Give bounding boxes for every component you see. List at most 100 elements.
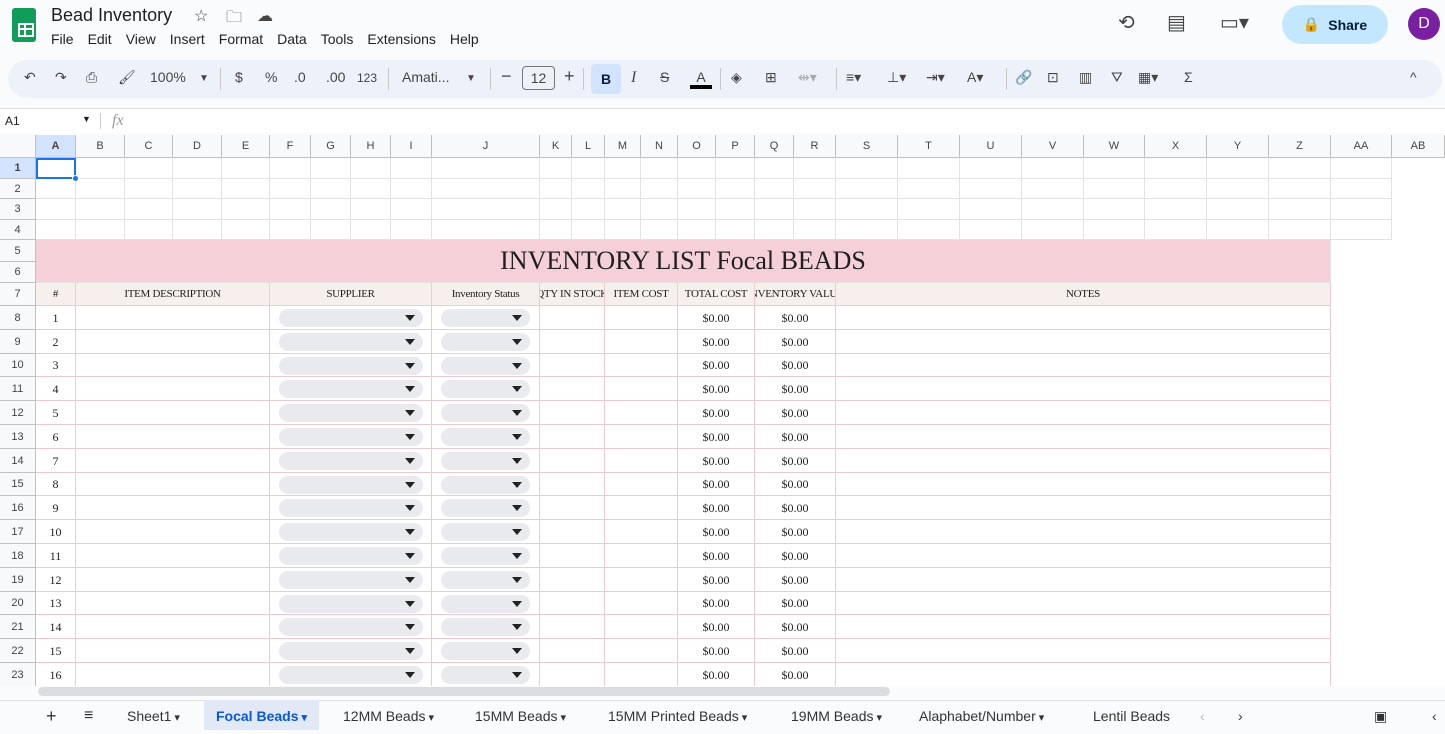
add-sheet-button[interactable]: + [34, 700, 69, 730]
item-cost-cell[interactable] [605, 639, 678, 663]
cell[interactable] [36, 220, 76, 240]
inventory-status-dropdown[interactable] [441, 428, 530, 446]
column-header-h[interactable]: H [351, 135, 391, 158]
cell[interactable] [540, 220, 572, 240]
item-cost-cell[interactable] [605, 496, 678, 520]
cell[interactable] [1145, 179, 1207, 199]
column-header-i[interactable]: I [391, 135, 432, 158]
row-header[interactable]: 20 [0, 592, 36, 615]
cell[interactable] [351, 220, 391, 240]
cell[interactable] [173, 199, 222, 220]
inventory-status-dropdown[interactable] [441, 309, 530, 327]
cell[interactable] [898, 199, 960, 220]
item-description[interactable] [76, 496, 270, 520]
decrease-decimal-button[interactable]: .0 [294, 69, 306, 85]
notes-cell[interactable] [836, 473, 1331, 496]
notes-cell[interactable] [836, 568, 1331, 592]
row-number[interactable]: 7 [36, 449, 76, 473]
inventory-status-dropdown[interactable] [441, 618, 530, 636]
inventory-value-cell[interactable]: $0.00 [755, 306, 836, 330]
all-sheets-menu-icon[interactable]: ≡ [72, 700, 105, 730]
qty-cell[interactable] [540, 639, 605, 663]
item-cost-cell[interactable] [605, 592, 678, 615]
collapse-toolbar-icon[interactable]: ^ [1410, 69, 1417, 85]
row-header[interactable]: 14 [0, 449, 36, 473]
qty-cell[interactable] [540, 330, 605, 354]
supplier-dropdown[interactable] [279, 571, 423, 589]
total-cost-cell[interactable]: $0.00 [678, 615, 755, 639]
move-folder-icon[interactable]: 🗀 [226, 6, 242, 33]
row-header[interactable]: 7 [0, 283, 36, 306]
notes-cell[interactable] [836, 520, 1331, 544]
cell[interactable] [605, 158, 641, 179]
cell[interactable] [76, 220, 125, 240]
cell[interactable] [755, 179, 794, 199]
item-cost-cell[interactable] [605, 425, 678, 449]
cell[interactable] [1084, 199, 1145, 220]
cell[interactable] [36, 179, 76, 199]
inventory-value-cell[interactable]: $0.00 [755, 354, 836, 377]
chevron-down-icon[interactable]: ▼ [82, 114, 91, 124]
cell[interactable] [960, 199, 1022, 220]
row-number[interactable]: 12 [36, 568, 76, 592]
item-description[interactable] [76, 449, 270, 473]
cell[interactable] [716, 158, 755, 179]
row-number[interactable]: 14 [36, 615, 76, 639]
cell[interactable] [1022, 179, 1084, 199]
item-cost-cell[interactable] [605, 306, 678, 330]
undo-icon[interactable]: ↶ [24, 69, 36, 86]
document-title[interactable]: Bead Inventory [51, 5, 172, 26]
row-number[interactable]: 3 [36, 354, 76, 377]
inventory-value-cell[interactable]: $0.00 [755, 544, 836, 568]
cell[interactable] [540, 199, 572, 220]
cell[interactable] [311, 199, 351, 220]
total-cost-cell[interactable]: $0.00 [678, 473, 755, 496]
inventory-status-dropdown[interactable] [441, 452, 530, 470]
sheet-tab[interactable]: 15MM Printed Beads ▾ [596, 700, 759, 730]
qty-cell[interactable] [540, 615, 605, 639]
cell[interactable] [716, 220, 755, 240]
inventory-status-dropdown[interactable] [441, 642, 530, 660]
cell[interactable] [605, 220, 641, 240]
row-header[interactable]: 12 [0, 401, 36, 425]
row-header[interactable]: 15 [0, 473, 36, 496]
cell[interactable] [605, 199, 641, 220]
cell[interactable] [1022, 220, 1084, 240]
chevron-down-icon[interactable]: ▾ [557, 712, 567, 724]
supplier-dropdown[interactable] [279, 642, 423, 660]
text-rotation-icon[interactable]: A▾ [967, 69, 983, 86]
inventory-value-cell[interactable]: $0.00 [755, 663, 836, 686]
cell[interactable] [351, 179, 391, 199]
supplier-dropdown[interactable] [279, 666, 423, 684]
chevron-down-icon[interactable]: ▼ [466, 73, 476, 84]
select-all-corner[interactable] [0, 135, 36, 158]
inventory-value-cell[interactable]: $0.00 [755, 425, 836, 449]
inventory-value-cell[interactable]: $0.00 [755, 520, 836, 544]
cell[interactable] [173, 179, 222, 199]
row-header[interactable]: 10 [0, 354, 36, 377]
cell[interactable] [432, 220, 540, 240]
item-cost-cell[interactable] [605, 401, 678, 425]
inventory-value-cell[interactable]: $0.00 [755, 615, 836, 639]
row-header[interactable]: 11 [0, 377, 36, 401]
inventory-status-dropdown[interactable] [441, 499, 530, 517]
chevron-down-icon[interactable]: ▼ [199, 73, 209, 84]
filter-icon[interactable]: ⛛ [1111, 69, 1123, 86]
cell[interactable] [1331, 179, 1392, 199]
version-history-icon[interactable]: ⟲ [1118, 10, 1135, 35]
cell[interactable] [1084, 158, 1145, 179]
cell[interactable] [36, 199, 76, 220]
column-header-t[interactable]: T [898, 135, 960, 158]
cell[interactable] [1084, 179, 1145, 199]
supplier-dropdown[interactable] [279, 428, 423, 446]
item-description[interactable] [76, 520, 270, 544]
total-cost-cell[interactable]: $0.00 [678, 377, 755, 401]
column-header-ab[interactable]: AB [1392, 135, 1445, 158]
total-cost-cell[interactable]: $0.00 [678, 639, 755, 663]
supplier-dropdown[interactable] [279, 404, 423, 422]
chevron-down-icon[interactable]: ▾ [1036, 712, 1045, 724]
qty-cell[interactable] [540, 568, 605, 592]
cell[interactable] [1207, 158, 1269, 179]
cell[interactable] [755, 199, 794, 220]
cell[interactable] [1145, 199, 1207, 220]
